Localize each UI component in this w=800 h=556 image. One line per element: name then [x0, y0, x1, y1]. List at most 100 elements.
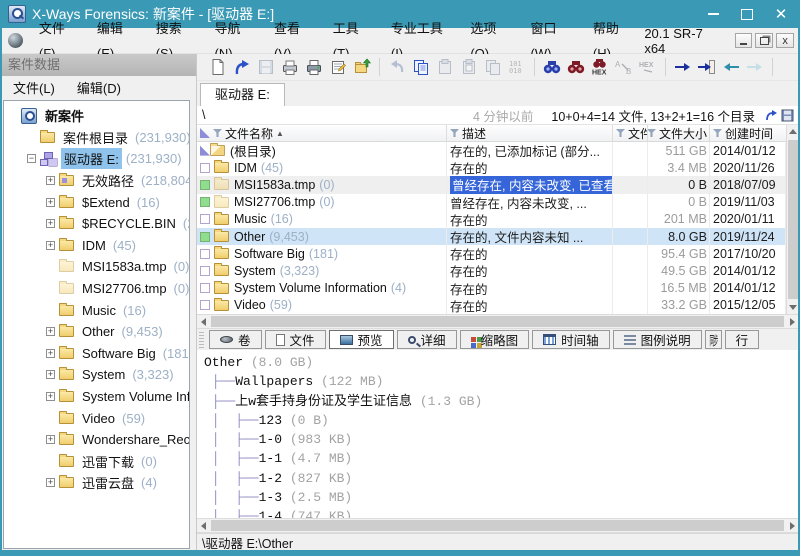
mode-tab[interactable]: 图例说明 — [613, 330, 702, 349]
tree-expander-icon[interactable]: + — [46, 392, 55, 401]
row-checkbox[interactable] — [200, 163, 210, 173]
print-setup-icon[interactable] — [279, 56, 301, 78]
tree-expander-icon[interactable]: + — [46, 241, 55, 250]
list-horizontal-scrollbar[interactable] — [197, 314, 798, 329]
filter-icon[interactable] — [648, 129, 656, 137]
tree-item[interactable]: 迅雷下载(0) — [4, 451, 189, 473]
simultaneous-search-icon[interactable] — [565, 56, 587, 78]
close-button[interactable]: ✕ — [764, 2, 798, 26]
scroll-left-icon[interactable] — [197, 315, 209, 328]
tree-expander-icon[interactable]: + — [46, 327, 55, 336]
table-row[interactable]: MSI1583a.tmp(0)曾经存在, 内容未改变, 已查看0 B2018/0… — [197, 176, 786, 193]
row-checkbox[interactable] — [200, 266, 210, 276]
minimize-button[interactable] — [696, 2, 730, 26]
mode-tab[interactable]: 文件 — [265, 330, 326, 349]
filter-icon[interactable] — [450, 129, 459, 137]
filter-icon[interactable] — [616, 129, 625, 137]
tree-item[interactable]: MSI1583a.tmp(0) — [4, 256, 189, 278]
table-row[interactable]: System(3,323)存在的49.5 GB2014/01/12 — [197, 262, 786, 279]
tree-item[interactable]: +Wondershare_Recovery — [4, 429, 189, 451]
mode-tab[interactable]: 卷 — [209, 330, 262, 349]
tree-expander-icon[interactable]: + — [46, 478, 55, 487]
preview-horizontal-scrollbar[interactable] — [197, 518, 798, 533]
hex-find-icon[interactable]: HEX — [589, 56, 611, 78]
mode-tab[interactable]: 行 — [725, 330, 760, 349]
column-header-type[interactable]: 文件类型 — [613, 125, 648, 141]
tree-expander-icon[interactable]: + — [46, 349, 55, 358]
row-checkbox[interactable] — [200, 283, 210, 293]
system-menu-icon[interactable] — [8, 33, 23, 48]
properties-icon[interactable] — [327, 56, 349, 78]
scroll-right-icon[interactable] — [786, 519, 798, 532]
tree-item[interactable]: 案件根目录(231,930) — [4, 127, 189, 149]
goto-icon[interactable] — [672, 56, 694, 78]
table-row[interactable]: (根目录)存在的, 已添加标记 (部分...511 GB2014/01/12 — [197, 142, 786, 159]
table-row[interactable]: Other(9,453)存在的, 文件内容未知 ...8.0 GB2019/11… — [197, 228, 786, 245]
tree-item[interactable]: 新案件 — [4, 105, 189, 127]
goto-end-icon[interactable] — [696, 56, 718, 78]
export-up-icon[interactable] — [351, 56, 373, 78]
scroll-down-icon[interactable] — [787, 301, 799, 314]
tree-item[interactable]: +Other(9,453) — [4, 321, 189, 343]
vertical-scrollbar[interactable] — [786, 125, 798, 314]
mdi-close-button[interactable]: x — [776, 33, 794, 48]
table-row[interactable]: Music(16)存在的201 MB2020/01/11 — [197, 211, 786, 228]
tab-drive-e[interactable]: 驱动器 E: — [200, 83, 285, 106]
row-checkbox[interactable] — [200, 232, 210, 242]
column-header-name[interactable]: 文件名称▲ — [197, 125, 447, 141]
filter-icon[interactable] — [213, 129, 222, 137]
tree-expander-icon[interactable]: + — [46, 176, 55, 185]
scrollbar-thumb[interactable] — [211, 316, 784, 327]
tree-item[interactable]: +$RECYCLE.BIN(2) — [4, 213, 189, 235]
copy-icon[interactable] — [410, 56, 432, 78]
mode-tab[interactable]: 时间轴 — [532, 330, 610, 349]
tree-item[interactable]: +迅雷云盘(4) — [4, 472, 189, 494]
save-list-icon[interactable] — [781, 109, 795, 122]
scroll-up-icon[interactable] — [787, 125, 799, 138]
tree-item[interactable]: +无效路径(218,804) — [4, 170, 189, 192]
tree-expander-icon[interactable]: + — [46, 370, 55, 379]
open-icon[interactable] — [231, 56, 253, 78]
find-icon[interactable] — [541, 56, 563, 78]
table-row[interactable]: Software Big(181)存在的95.4 GB2017/10/20 — [197, 245, 786, 262]
filter-icon[interactable] — [713, 129, 722, 137]
tree-expander-icon[interactable]: + — [46, 198, 55, 207]
mode-tab[interactable]: 缩略图 — [460, 330, 530, 349]
mdi-restore-button[interactable] — [755, 33, 773, 48]
row-checkbox[interactable] — [200, 197, 210, 207]
mode-tab[interactable]: 预览 — [329, 330, 394, 349]
case-menu-item[interactable]: 文件(L) — [2, 76, 66, 101]
table-row[interactable]: MSI27706.tmp(0)曾经存在, 内容未改变, ...0 B2019/1… — [197, 194, 786, 211]
drag-handle[interactable] — [199, 332, 204, 348]
column-header-desc[interactable]: 描述 — [447, 125, 613, 141]
tree-item[interactable]: Music(16) — [4, 299, 189, 321]
row-checkbox[interactable] — [200, 300, 210, 310]
tree-item[interactable]: −驱动器 E:(231,930) — [4, 148, 189, 170]
row-checkbox[interactable] — [200, 180, 210, 190]
maximize-button[interactable] — [730, 2, 764, 26]
mdi-minimize-button[interactable] — [735, 33, 753, 48]
jump-arrow-icon[interactable] — [765, 109, 779, 122]
tree-item[interactable]: +$Extend(16) — [4, 191, 189, 213]
table-row[interactable]: Video(59)存在的33.2 GB2015/12/05 — [197, 297, 786, 314]
tree-item[interactable]: +System(3,323) — [4, 364, 189, 386]
scroll-right-icon[interactable] — [786, 315, 798, 328]
table-row[interactable]: IDM(45)存在的3.4 MB2020/11/26 — [197, 159, 786, 176]
case-menu-item[interactable]: 编辑(D) — [66, 76, 132, 101]
column-header-size[interactable]: 文件大小 — [648, 125, 710, 141]
scroll-left-icon[interactable] — [197, 519, 209, 532]
scrollbar-thumb[interactable] — [788, 140, 798, 299]
tree-item[interactable]: +Software Big(181) — [4, 343, 189, 365]
mode-tab[interactable]: 详细 — [397, 330, 457, 349]
back-icon[interactable] — [720, 56, 742, 78]
table-row[interactable]: System Volume Information(4)存在的16.5 MB20… — [197, 280, 786, 297]
row-checkbox[interactable] — [200, 214, 210, 224]
new-file-icon[interactable] — [207, 56, 229, 78]
tree-item[interactable]: +System Volume Information — [4, 386, 189, 408]
tree-item[interactable]: Video(59) — [4, 407, 189, 429]
print-icon[interactable] — [303, 56, 325, 78]
tree-item[interactable]: MSI27706.tmp(0) — [4, 278, 189, 300]
scrollbar-thumb[interactable] — [211, 520, 784, 531]
column-header-created[interactable]: 创建时间 — [710, 125, 786, 141]
tree-item[interactable]: +IDM(45) — [4, 235, 189, 257]
